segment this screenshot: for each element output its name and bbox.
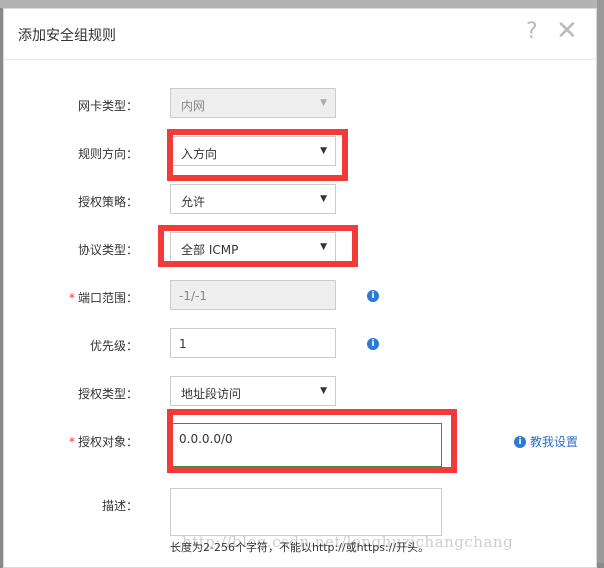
- port-range-label-text: 端口范围：: [77, 291, 138, 305]
- required-mark: *: [68, 291, 75, 305]
- dialog-title: 添加安全组规则: [18, 28, 116, 44]
- policy-value: 允许: [181, 195, 206, 209]
- add-security-group-rule-dialog: 添加安全组规则 ? ✕ 网卡类型： 内网 ▼ 规则方向： 入方向 ▼ 授权策略：…: [3, 8, 597, 568]
- port-range-value: -1/-1: [179, 289, 207, 303]
- backdrop-top: [0, 0, 604, 8]
- help-icon[interactable]: ?: [526, 21, 538, 43]
- nic-type-label: 网卡类型：: [77, 99, 138, 113]
- dialog-header: 添加安全组规则 ? ✕: [4, 9, 596, 60]
- close-icon[interactable]: ✕: [556, 18, 578, 44]
- info-icon: i: [514, 435, 526, 448]
- direction-label: 规则方向：: [77, 147, 138, 161]
- priority-value: 1: [179, 337, 187, 351]
- policy-select[interactable]: 允许 ▼: [170, 184, 336, 214]
- caret-down-icon: ▼: [320, 98, 327, 108]
- auth-object-label-text: 授权对象：: [77, 435, 138, 449]
- teach-me-link[interactable]: i 教我设置: [514, 433, 578, 450]
- highlight-box-direction: [167, 129, 348, 181]
- policy-label: 授权策略：: [77, 195, 138, 209]
- teach-me-link-text: 教我设置: [530, 435, 579, 449]
- auth-type-value: 地址段访问: [181, 387, 242, 401]
- required-mark: *: [68, 435, 75, 449]
- nic-type-value: 内网: [181, 99, 206, 113]
- highlight-box-protocol: [158, 225, 358, 267]
- highlight-box-auth-object: [167, 409, 457, 473]
- port-range-label: * 端口范围：: [4, 289, 138, 306]
- info-icon[interactable]: i: [367, 290, 379, 302]
- description-textarea[interactable]: [170, 488, 442, 536]
- nic-type-select: 内网 ▼: [170, 88, 336, 118]
- backdrop-right: [597, 0, 604, 563]
- info-icon[interactable]: i: [367, 338, 379, 350]
- caret-down-icon: ▼: [320, 386, 327, 396]
- description-label: 描述：: [101, 499, 138, 513]
- auth-object-label: * 授权对象：: [4, 433, 138, 450]
- caret-down-icon: ▼: [320, 194, 327, 204]
- auth-type-select[interactable]: 地址段访问 ▼: [170, 376, 336, 406]
- description-hint: 长度为2-256个字符，不能以http://或https://开头。: [170, 541, 430, 554]
- auth-type-label: 授权类型：: [77, 387, 138, 401]
- priority-input[interactable]: 1: [170, 328, 336, 358]
- protocol-label: 协议类型：: [77, 243, 138, 257]
- port-range-input: -1/-1: [170, 280, 336, 310]
- priority-label: 优先级：: [89, 339, 138, 353]
